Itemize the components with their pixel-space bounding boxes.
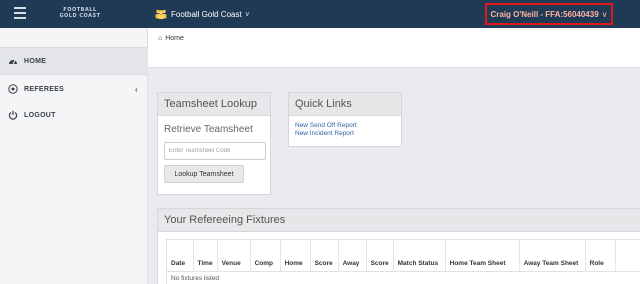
sidebar-item-label: REFEREES	[24, 85, 65, 93]
sidebar-item-label: HOME	[24, 57, 47, 65]
brand-logo[interactable]: FOOTBALL GOLD COAST	[52, 7, 108, 19]
sidebar-item-logout[interactable]: LOGOUT	[0, 102, 148, 128]
teamsheet-code-input[interactable]	[164, 142, 266, 160]
column-header-role[interactable]: Role	[585, 240, 616, 272]
user-account-menu[interactable]: Craig O'Neill - FFA:56040439 ∨	[485, 3, 613, 25]
panel-title: Your Refereeing Fixtures	[158, 209, 640, 232]
quick-links-panel: Quick Links New Send Off Report New Inci…	[288, 92, 402, 147]
column-header-date[interactable]: Date	[167, 240, 194, 272]
sidebar-item-referees[interactable]: REFEREES ‹	[0, 76, 148, 102]
new-send-off-report-link[interactable]: New Send Off Report	[295, 122, 357, 130]
column-header-match-status[interactable]: Match Status	[393, 240, 446, 272]
table-row: No fixtures listed	[167, 271, 640, 284]
fixtures-table: Date Time Venue Comp Home Score Away Sco…	[167, 240, 640, 284]
column-header-away-team-sheet[interactable]: Away Team Sheet	[519, 240, 586, 272]
panel-title: Quick Links	[289, 93, 401, 116]
column-header-home[interactable]: Home	[280, 240, 311, 272]
chevron-down-icon: ∨	[244, 11, 250, 18]
sidebar: HOME REFEREES ‹ LOGOUT	[0, 28, 148, 284]
chevron-left-icon: ‹	[135, 84, 138, 94]
column-header-extra	[615, 240, 640, 272]
football-icon	[8, 84, 18, 94]
column-header-away-score[interactable]: Score	[366, 240, 394, 272]
column-header-comp[interactable]: Comp	[250, 240, 281, 272]
table-header-row: Date Time Venue Comp Home Score Away Sco…	[167, 240, 640, 272]
column-header-home-score[interactable]: Score	[310, 240, 339, 272]
sidebar-item-home[interactable]: HOME	[0, 47, 148, 75]
brand-line-2: GOLD COAST	[59, 13, 101, 19]
column-header-home-team-sheet[interactable]: Home Team Sheet	[445, 240, 520, 272]
lookup-teamsheet-button[interactable]: Lookup Teamsheet	[164, 165, 244, 183]
sidebar-item-label: LOGOUT	[24, 111, 56, 119]
home-icon: ⌂	[158, 35, 163, 42]
dashboard-icon	[8, 56, 18, 66]
teamsheet-lookup-panel: Teamsheet Lookup Retrieve Teamsheet Look…	[157, 92, 271, 195]
column-header-time[interactable]: Time	[193, 240, 218, 272]
new-incident-report-link[interactable]: New Incident Report	[295, 130, 357, 138]
chevron-down-icon: ∨	[601, 9, 608, 19]
top-navbar: FOOTBALL GOLD COAST Football Gold Coast …	[0, 0, 640, 28]
refereeing-fixtures-panel: Your Refereeing Fixtures Date Time Venue…	[157, 208, 640, 284]
fixtures-table-wrapper: Date Time Venue Comp Home Score Away Sco…	[166, 239, 640, 284]
quick-links-list: New Send Off Report New Incident Report	[295, 122, 357, 138]
team-icon	[155, 9, 167, 19]
panel-title: Teamsheet Lookup	[158, 93, 270, 116]
panel-subtitle: Retrieve Teamsheet	[164, 124, 253, 135]
organisation-selector[interactable]: Football Gold Coast ∨	[155, 7, 250, 21]
organisation-name: Football Gold Coast	[171, 9, 242, 19]
breadcrumb[interactable]: ⌂ Home	[158, 35, 184, 42]
breadcrumb-bar: ⌂ Home	[148, 28, 640, 68]
empty-fixtures-message: No fixtures listed	[171, 274, 220, 282]
column-header-away[interactable]: Away	[338, 240, 367, 272]
breadcrumb-home[interactable]: Home	[165, 35, 184, 42]
column-header-venue[interactable]: Venue	[217, 240, 251, 272]
power-icon	[8, 110, 18, 120]
hamburger-menu-icon[interactable]	[14, 7, 26, 19]
user-name: Craig O'Neill - FFA:56040439	[490, 9, 599, 19]
